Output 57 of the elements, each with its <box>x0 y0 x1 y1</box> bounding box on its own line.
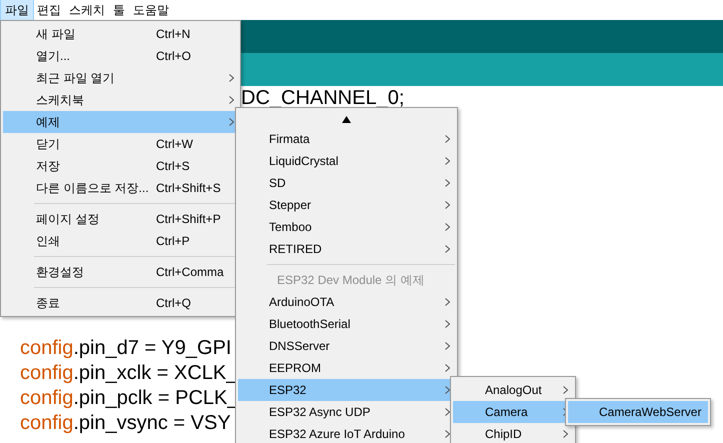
chevron-icon <box>229 74 234 82</box>
menu-item[interactable]: SD <box>238 172 455 194</box>
code-line: config.pin_pclk = PCLK_ <box>20 387 238 409</box>
menu-item[interactable]: ESP32 Azure IoT Arduino <box>238 423 455 443</box>
chevron-icon <box>445 342 450 350</box>
chevron-icon <box>445 408 450 416</box>
code-line: config.pin_xclk = XCLK_ <box>20 362 238 384</box>
menu-item[interactable]: ArduinoOTA <box>238 291 455 313</box>
code-line: DC_CHANNEL_0; <box>241 87 404 109</box>
scroll-up-icon[interactable] <box>342 116 351 122</box>
chevron-icon <box>445 386 450 394</box>
menu-item[interactable]: 예제 <box>3 111 238 133</box>
menu-item[interactable]: 종료 Ctrl+Q <box>3 292 238 314</box>
menu-tab[interactable]: 파일 <box>1 0 33 20</box>
chevron-icon <box>445 223 450 231</box>
menu-item[interactable]: 환경설정 Ctrl+Comma <box>3 261 238 283</box>
menu-item[interactable]: 새 파일 Ctrl+N <box>3 23 238 45</box>
menu-item[interactable]: 페이지 설정 Ctrl+Shift+P <box>3 208 238 230</box>
chevron-icon <box>229 96 234 104</box>
menu-item[interactable]: LiquidCrystal <box>238 150 455 172</box>
menu-item[interactable]: EEPROM <box>238 357 455 379</box>
menu-item[interactable]: 열기... Ctrl+O <box>3 45 238 67</box>
menu-item[interactable]: BluetoothSerial <box>238 313 455 335</box>
menu-item[interactable]: 저장 Ctrl+S <box>3 155 238 177</box>
menu-tab[interactable]: 편집 <box>33 0 65 20</box>
menu-tab[interactable]: 스케치 <box>65 0 109 20</box>
chevron-icon <box>229 118 234 126</box>
menu-item[interactable]: 닫기 Ctrl+W <box>3 133 238 155</box>
menu-item[interactable]: 인쇄 Ctrl+P <box>3 230 238 252</box>
chevron-icon <box>445 201 450 209</box>
menu-item[interactable]: AnalogOut <box>453 379 573 401</box>
chevron-icon <box>445 364 450 372</box>
chevron-icon <box>445 320 450 328</box>
chevron-icon <box>563 430 568 438</box>
code-line: config.pin_vsync = VSY <box>20 412 231 434</box>
menu-item[interactable]: DNSServer <box>238 335 455 357</box>
menu-item[interactable]: CameraWebServer <box>568 401 708 423</box>
menu-tab[interactable]: 툴 <box>109 0 129 20</box>
code-line: config.pin_d7 = Y9_GPI <box>20 337 232 359</box>
menu-item[interactable]: Stepper <box>238 194 455 216</box>
menu-item[interactable]: Firmata <box>238 128 455 150</box>
chevron-icon <box>445 245 450 253</box>
menu-item[interactable]: ESP32 Async UDP <box>238 401 455 423</box>
menu-item[interactable]: ChipID <box>453 423 573 443</box>
chevron-icon <box>563 386 568 394</box>
menu-item[interactable]: RETIRED <box>238 238 455 260</box>
chevron-icon <box>445 430 450 438</box>
menu-tab[interactable]: 도움말 <box>129 0 173 20</box>
section-header: ESP32 Dev Module 의 예제 <box>277 272 424 289</box>
menu-item[interactable]: 다른 이름으로 저장... Ctrl+Shift+S <box>3 177 238 199</box>
chevron-icon <box>445 298 450 306</box>
menu-item[interactable]: Temboo <box>238 216 455 238</box>
menu-item[interactable]: 스케치북 <box>3 89 238 111</box>
chevron-icon <box>445 179 450 187</box>
chevron-icon <box>445 135 450 143</box>
chevron-icon <box>445 157 450 165</box>
menu-item[interactable]: 최근 파일 열기 <box>3 67 238 89</box>
